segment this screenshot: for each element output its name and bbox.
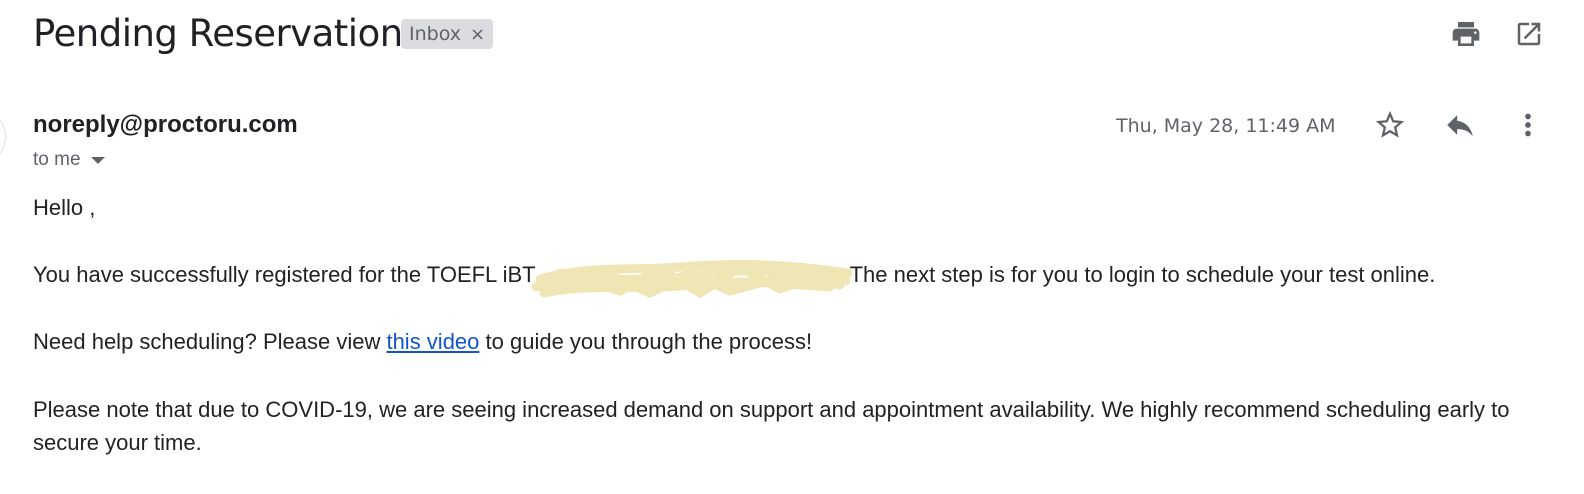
video-link[interactable]: this video — [386, 329, 479, 354]
recipient-summary: to me — [33, 149, 81, 170]
label-text: Inbox — [409, 23, 461, 45]
open-in-new-window-icon — [1517, 22, 1541, 46]
print-button[interactable] — [1446, 14, 1486, 54]
help-text-end: to guide you through the process! — [479, 329, 813, 354]
reply-button[interactable] — [1440, 105, 1480, 145]
open-in-new-window-button[interactable] — [1509, 14, 1549, 54]
email-subject: Pending Reservation — [33, 12, 403, 55]
covid-notice-line-2: secure your time. — [33, 430, 202, 455]
star-icon — [1375, 110, 1405, 138]
registration-text-end: The next step is for you to login to sch… — [849, 262, 1436, 287]
print-icon — [1452, 22, 1480, 46]
remove-label-icon[interactable]: × — [470, 24, 485, 45]
help-paragraph: Need help scheduling? Please view this v… — [33, 328, 812, 356]
inbox-label-chip[interactable]: Inbox × — [401, 19, 494, 49]
registration-text-start: You have successfully registered for the… — [33, 262, 536, 287]
help-text-start: Need help scheduling? Please view — [33, 329, 387, 354]
sender-avatar[interactable] — [0, 115, 6, 159]
sender-address[interactable]: noreply@proctoru.com — [33, 110, 298, 140]
chevron-down-icon — [90, 157, 105, 164]
recipient-details-toggle[interactable]: to me — [33, 148, 105, 172]
star-button[interactable] — [1370, 105, 1410, 145]
more-options-button[interactable] — [1508, 105, 1548, 145]
redaction-scribble — [531, 260, 853, 299]
covid-notice-line-1: Please note that due to COVID-19, we are… — [33, 397, 1510, 422]
reply-icon — [1447, 115, 1473, 137]
registration-paragraph: You have successfully registered for the… — [33, 260, 1436, 299]
more-vertical-icon — [1525, 113, 1531, 137]
message-date: Thu, May 28, 11:49 AM — [1116, 115, 1336, 137]
greeting: Hello , — [33, 195, 96, 220]
